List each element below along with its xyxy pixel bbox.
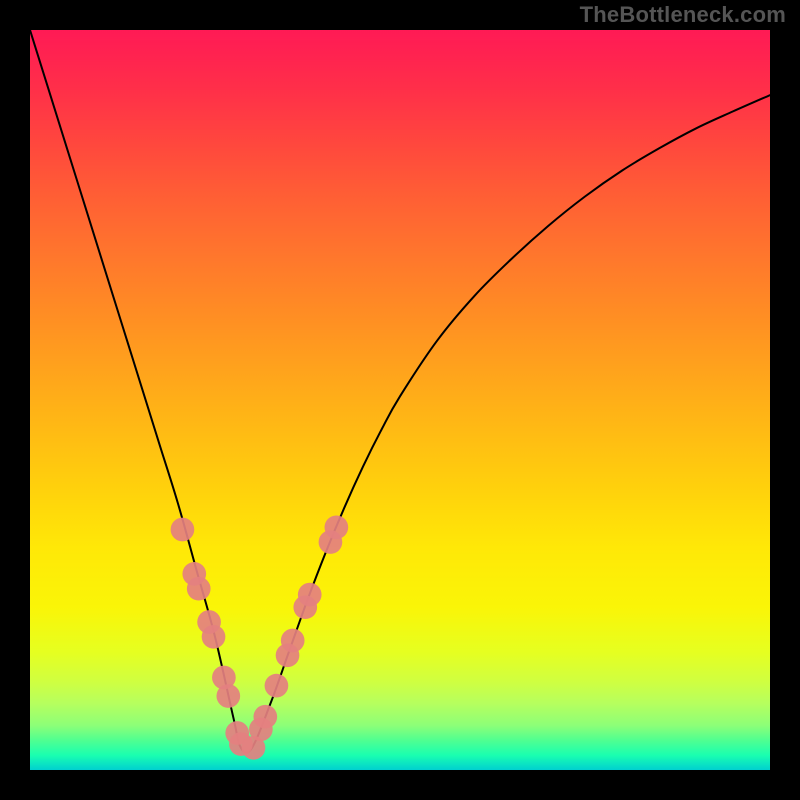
data-point	[187, 577, 211, 601]
data-point	[325, 515, 349, 539]
data-point	[281, 629, 305, 653]
data-point	[216, 684, 240, 708]
bottleneck-curve	[30, 30, 770, 753]
data-point	[298, 583, 322, 607]
data-points-group	[171, 515, 349, 759]
data-point	[202, 625, 226, 649]
chart-svg	[30, 30, 770, 770]
plot-area	[30, 30, 770, 770]
watermark-text: TheBottleneck.com	[580, 2, 786, 28]
data-point	[253, 705, 277, 729]
data-point	[265, 674, 289, 698]
data-point	[171, 518, 195, 542]
chart-stage: TheBottleneck.com	[0, 0, 800, 800]
